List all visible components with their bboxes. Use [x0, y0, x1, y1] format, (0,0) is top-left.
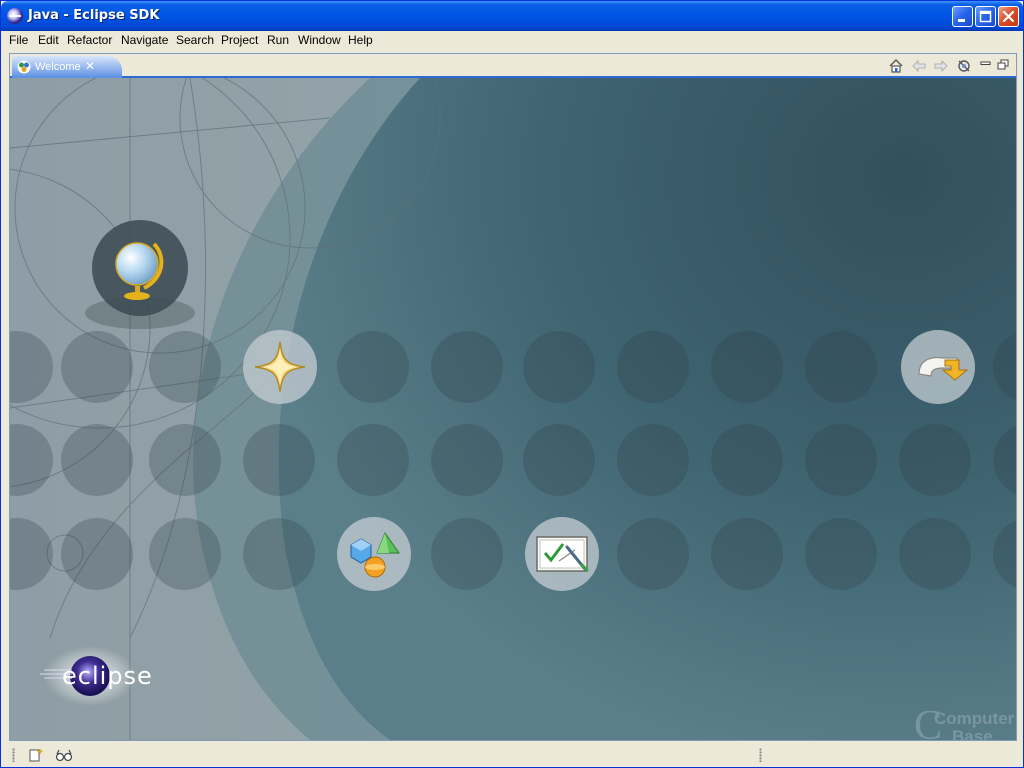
menu-run[interactable]: Run	[267, 33, 289, 47]
application-window: Java - Eclipse SDK File Edit Refactor Na…	[0, 0, 1024, 768]
tab-welcome-label: Welcome	[35, 61, 81, 73]
computerbase-watermark: C Computer Base	[912, 703, 1016, 740]
whats-new-button[interactable]	[243, 330, 317, 404]
maximize-view-icon[interactable]	[995, 57, 1013, 75]
welcome-editor: Welcome ✕ eclipse C Computer Base	[9, 53, 1017, 741]
samples-button[interactable]	[337, 517, 411, 591]
minimize-view-icon[interactable]	[977, 57, 995, 75]
status-bar	[1, 743, 1023, 767]
editor-tab-row: Welcome ✕	[10, 54, 1016, 78]
welcome-tab-icon	[17, 60, 31, 74]
glasses-icon[interactable]	[55, 746, 73, 764]
close-button[interactable]	[998, 6, 1019, 27]
status-grip-right[interactable]	[759, 748, 762, 762]
samples-icon	[350, 531, 400, 578]
fast-view-icon[interactable]	[27, 746, 45, 764]
menu-bar: File Edit Refactor Navigate Search Proje…	[1, 31, 1023, 51]
menu-navigate[interactable]: Navigate	[121, 33, 168, 47]
maximize-button[interactable]	[975, 6, 996, 27]
window-title: Java - Eclipse SDK	[28, 8, 160, 23]
overview-icon	[115, 242, 164, 300]
status-grip-left[interactable]	[12, 748, 15, 762]
forward-icon[interactable]	[932, 57, 950, 75]
overview-button[interactable]	[92, 220, 188, 316]
watermark-line1: Computer	[934, 709, 1015, 728]
tab-close-icon[interactable]: ✕	[85, 59, 95, 73]
menu-help[interactable]: Help	[348, 33, 373, 47]
menu-search[interactable]: Search	[176, 33, 214, 47]
tutorials-icon	[536, 536, 589, 572]
tab-welcome[interactable]: Welcome ✕	[12, 56, 122, 78]
close-icon	[1002, 10, 1015, 23]
welcome-page: eclipse C Computer Base	[10, 78, 1016, 740]
maximize-icon	[979, 10, 992, 23]
watermark-line2: Base	[952, 727, 993, 740]
customize-icon[interactable]	[955, 57, 973, 75]
menu-refactor[interactable]: Refactor	[67, 33, 112, 47]
minimize-icon	[958, 19, 965, 22]
menu-window[interactable]: Window	[298, 33, 341, 47]
home-icon[interactable]	[887, 57, 905, 75]
menu-file[interactable]: File	[9, 33, 28, 47]
title-bar[interactable]: Java - Eclipse SDK	[1, 1, 1023, 31]
menu-project[interactable]: Project	[221, 33, 258, 47]
whats-new-icon	[254, 341, 306, 393]
eclipse-logo-text: eclipse	[62, 662, 153, 690]
menu-edit[interactable]: Edit	[38, 33, 59, 47]
minimize-button[interactable]	[952, 6, 973, 27]
eclipse-logo: eclipse	[40, 646, 153, 706]
workbench-icon	[918, 356, 969, 381]
eclipse-app-icon[interactable]	[7, 8, 23, 24]
workbench-button[interactable]	[901, 330, 975, 404]
tutorials-button[interactable]	[525, 517, 599, 591]
back-icon[interactable]	[910, 57, 928, 75]
